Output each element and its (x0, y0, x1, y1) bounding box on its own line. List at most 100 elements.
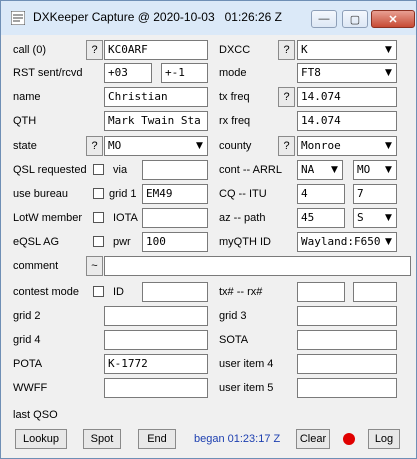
title-bar[interactable]: DXKeeper Capture @ 2020-10-03 01:26:26 Z… (1, 1, 416, 35)
rst-sent-field[interactable]: +03 (104, 63, 152, 83)
sota-label: SOTA (219, 334, 249, 346)
county-value: Monroe (301, 139, 341, 152)
use-bureau-checkbox[interactable] (93, 188, 104, 199)
path-value: S (357, 211, 364, 224)
az-path-label: az -- path (219, 212, 266, 224)
tx-freq-field[interactable]: 14.074 (297, 87, 397, 107)
wwff-field[interactable] (104, 378, 208, 398)
state-help-button[interactable]: ? (86, 136, 103, 156)
qsl-requested-checkbox[interactable] (93, 164, 104, 175)
user-item-4-field[interactable] (297, 354, 397, 374)
dxcc-help-button[interactable]: ? (278, 40, 295, 60)
via-field[interactable] (142, 160, 208, 180)
capture-form: call (0) ? KC0ARF DXCC ? K ▼ RST sent/rcv… (5, 35, 412, 454)
qth-label: QTH (13, 115, 37, 127)
user-item-5-field[interactable] (297, 378, 397, 398)
dxcc-label: DXCC (219, 44, 251, 56)
rx-number-field[interactable] (353, 282, 397, 302)
cont-arrl-label: cont -- ARRL (219, 164, 282, 176)
myqth-id-label: myQTH ID (219, 236, 271, 248)
cq-itu-label: CQ -- ITU (219, 188, 267, 200)
contest-mode-checkbox[interactable] (93, 286, 104, 297)
last-qso-label: last QSO (13, 409, 58, 421)
call-label: call (0) (13, 44, 47, 56)
comment-label: comment (13, 260, 59, 272)
capture-window: DXKeeper Capture @ 2020-10-03 01:26:26 Z… (0, 0, 417, 459)
pwr-label: pwr (113, 236, 131, 248)
dxcc-select[interactable]: K ▼ (297, 40, 397, 60)
chevron-down-icon: ▼ (196, 141, 203, 151)
rst-rcvd-field[interactable]: +-1 (161, 63, 208, 83)
name-field[interactable]: Christian (104, 87, 208, 107)
qsl-requested-label: QSL requested (13, 164, 87, 176)
mode-label: mode (219, 67, 247, 79)
clear-button[interactable]: Clear (296, 429, 330, 449)
contest-id-field[interactable] (142, 282, 208, 302)
chevron-down-icon: ▼ (385, 165, 392, 175)
state-value: MO (108, 139, 122, 152)
tx-number-field[interactable] (297, 282, 345, 302)
chevron-down-icon: ▼ (385, 68, 392, 78)
maximize-button[interactable]: ▢ (342, 10, 368, 28)
county-label: county (219, 140, 252, 152)
close-button[interactable]: ✕ (371, 10, 415, 28)
end-button[interactable]: End (138, 429, 176, 449)
spot-button[interactable]: Spot (83, 429, 121, 449)
wwff-label: WWFF (13, 382, 48, 394)
rst-label: RST sent/rcvd (13, 67, 83, 79)
pota-field[interactable]: K-1772 (104, 354, 208, 374)
power-field[interactable]: 100 (142, 232, 208, 252)
grid1-label: grid 1 (109, 188, 137, 200)
arrl-section-select[interactable]: MO ▼ (353, 160, 397, 180)
minimize-button[interactable]: — (311, 10, 337, 28)
dxkeeper-app-icon (11, 11, 25, 25)
grid3-field[interactable] (297, 306, 397, 326)
chevron-down-icon: ▼ (331, 165, 338, 175)
azimuth-field[interactable]: 45 (297, 208, 345, 228)
cont-value: NA (301, 163, 315, 176)
cont-select[interactable]: NA ▼ (297, 160, 343, 180)
call-field[interactable]: KC0ARF (104, 40, 208, 60)
cq-zone-field[interactable]: 4 (297, 184, 345, 204)
dxcc-value: K (301, 43, 308, 56)
chevron-down-icon: ▼ (385, 141, 392, 151)
sota-field[interactable] (297, 330, 397, 350)
myqth-id-select[interactable]: Wayland:F650 ▼ (297, 232, 397, 252)
record-indicator-icon[interactable] (343, 433, 355, 445)
eqsl-ag-label: eQSL AG (13, 236, 60, 248)
eqsl-ag-checkbox[interactable] (93, 236, 104, 247)
comment-field[interactable] (104, 256, 411, 276)
chevron-down-icon: ▼ (385, 237, 392, 247)
iota-label: IOTA (113, 212, 138, 224)
state-select[interactable]: MO ▼ (104, 136, 208, 156)
rx-freq-field[interactable]: 14.074 (297, 111, 397, 131)
grid3-label: grid 3 (219, 310, 247, 322)
county-select[interactable]: Monroe ▼ (297, 136, 397, 156)
itu-zone-field[interactable]: 7 (353, 184, 397, 204)
county-help-button[interactable]: ? (278, 136, 295, 156)
qth-field[interactable]: Mark Twain Sta (104, 111, 208, 131)
grid1-field[interactable]: EM49 (142, 184, 208, 204)
pota-label: POTA (13, 358, 43, 370)
tx-freq-help-button[interactable]: ? (278, 87, 295, 107)
user-item-4-label: user item 4 (219, 358, 274, 370)
began-time: began 01:23:17 Z (194, 433, 281, 445)
user-item-5-label: user item 5 (219, 382, 274, 394)
arrl-value: MO (357, 163, 371, 176)
comment-expand-button[interactable]: ~ (86, 256, 103, 276)
lotw-member-label: LotW member (13, 212, 83, 224)
lookup-button[interactable]: Lookup (15, 429, 67, 449)
iota-field[interactable] (142, 208, 208, 228)
call-help-button[interactable]: ? (86, 40, 103, 60)
state-label: state (13, 140, 37, 152)
grid4-field[interactable] (104, 330, 208, 350)
contest-mode-label: contest mode (13, 286, 80, 298)
rx-freq-label: rx freq (219, 115, 251, 127)
grid4-label: grid 4 (13, 334, 41, 346)
mode-select[interactable]: FT8 ▼ (297, 63, 397, 83)
grid2-field[interactable] (104, 306, 208, 326)
name-label: name (13, 91, 41, 103)
path-select[interactable]: S ▼ (353, 208, 397, 228)
log-button[interactable]: Log (368, 429, 400, 449)
lotw-member-checkbox[interactable] (93, 212, 104, 223)
